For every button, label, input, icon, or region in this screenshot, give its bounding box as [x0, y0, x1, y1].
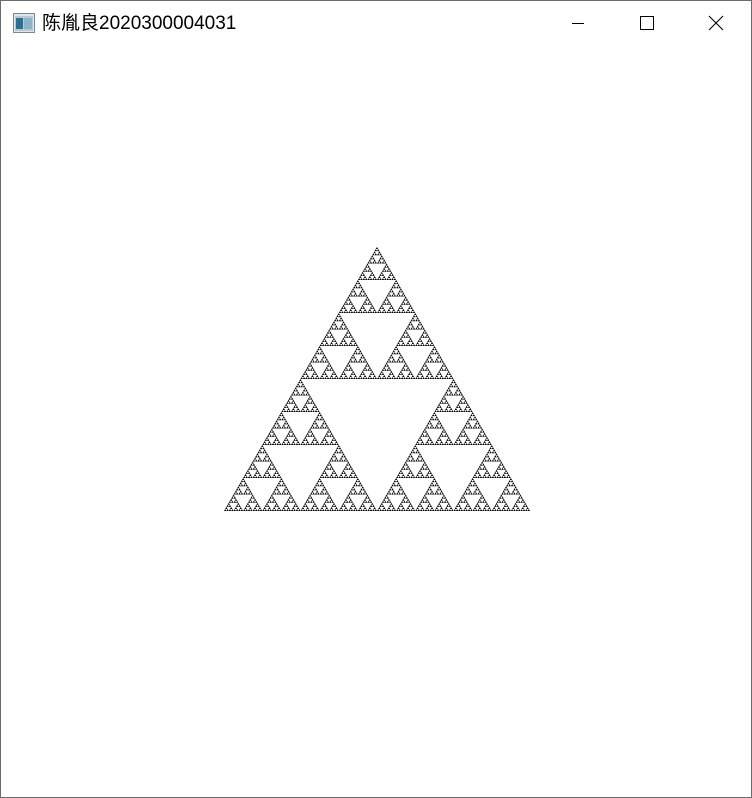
- close-button[interactable]: [681, 1, 751, 45]
- window-title: 陈胤良2020300004031: [42, 13, 237, 34]
- app-window: 陈胤良2020300004031: [0, 0, 752, 798]
- maximize-icon: [639, 15, 655, 31]
- window-app-icon: [13, 13, 35, 33]
- client-area: [1, 45, 751, 797]
- sierpinski-triangle: [224, 247, 530, 511]
- title-bar[interactable]: 陈胤良2020300004031: [1, 1, 751, 45]
- maximize-button[interactable]: [612, 1, 682, 45]
- minimize-button[interactable]: [543, 1, 613, 45]
- close-icon: [708, 15, 724, 31]
- minimize-icon: [570, 15, 586, 31]
- sierpinski-fill: [224, 247, 530, 511]
